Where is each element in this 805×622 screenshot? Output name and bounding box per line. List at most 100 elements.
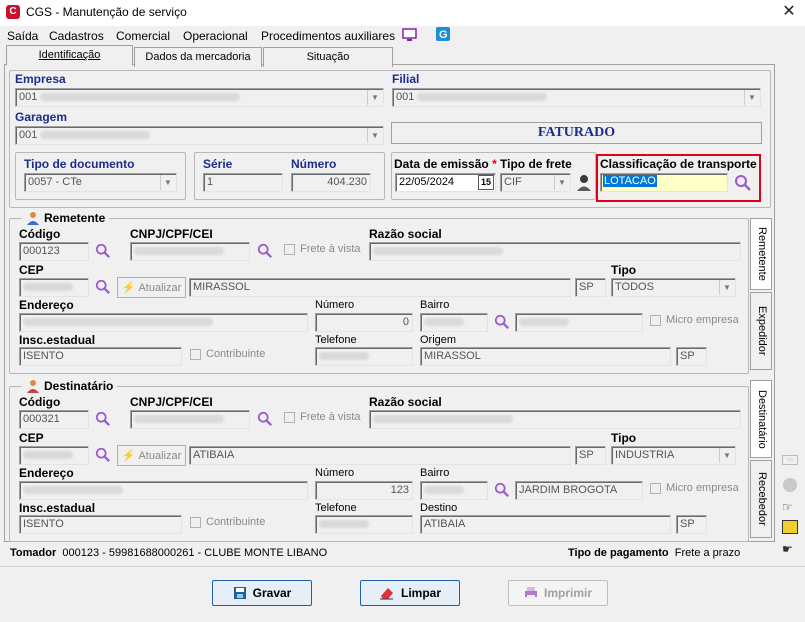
calendar-icon[interactable]: 15 — [478, 175, 494, 190]
rem-micro-checkbox[interactable]: Micro empresa — [650, 314, 739, 326]
divider — [0, 566, 805, 567]
dest-numero-label: Número — [315, 467, 355, 479]
dest-cep-field[interactable] — [19, 446, 89, 465]
tipo-frete-label: Tipo de frete — [500, 157, 572, 171]
rem-atualizar-button[interactable]: ⚡ Atualizar — [117, 277, 186, 298]
dest-cep-search-icon[interactable] — [95, 447, 111, 463]
rem-tipo-select[interactable]: TODOS ▼ — [611, 278, 736, 297]
pagamento-row: Tipo de pagamento Frete a prazo — [568, 547, 741, 559]
search-icon[interactable] — [734, 174, 752, 192]
rem-numero-field[interactable]: 0 — [315, 313, 413, 332]
rem-endereco-field[interactable] — [19, 313, 308, 332]
tipo-frete-select[interactable]: CIF ▼ — [500, 173, 571, 192]
rem-endereco-label: Endereço — [19, 298, 74, 312]
side-tab-expedidor[interactable]: Expedidor — [750, 292, 772, 370]
dest-insc-field[interactable]: ISENTO — [19, 515, 182, 534]
app-g-icon[interactable]: G — [436, 27, 450, 41]
menu-comercial[interactable]: Comercial — [116, 29, 170, 43]
menu-procedimentos[interactable]: Procedimentos auxiliares — [261, 29, 395, 43]
dest-bairro-search-icon[interactable] — [494, 482, 510, 498]
close-button[interactable]: ✕ — [776, 2, 802, 22]
dest-codigo-search-icon[interactable] — [95, 411, 111, 427]
empresa-select[interactable]: 001 ▼ — [15, 88, 384, 107]
dest-atualizar-button[interactable]: ⚡ Atualizar — [117, 445, 186, 466]
dest-cnpj-field[interactable] — [130, 410, 250, 429]
menu-operacional[interactable]: Operacional — [183, 29, 248, 43]
classificacao-field[interactable]: LOTACAO — [600, 173, 728, 192]
circle-tool-icon[interactable] — [783, 478, 797, 492]
person-icon[interactable] — [575, 173, 593, 192]
dest-destino-label: Destino — [420, 502, 458, 514]
dest-contribuinte-checkbox[interactable]: Contribuinte — [190, 516, 265, 528]
filial-select[interactable]: 001 ▼ — [392, 88, 761, 107]
numero-label: Número — [291, 157, 337, 171]
dest-bairro-field[interactable]: JARDIM BROGOTA — [515, 481, 643, 500]
numero-field[interactable]: 404.230 — [291, 173, 371, 192]
dest-cep-label: CEP — [19, 431, 44, 445]
tipo-doc-label: Tipo de documento — [24, 157, 135, 171]
hand-tool-icon[interactable]: ☛ — [782, 542, 798, 556]
rem-contribuinte-checkbox[interactable]: Contribuinte — [190, 348, 265, 360]
dest-bairro-code-field[interactable] — [420, 481, 488, 500]
dest-razao-field[interactable] — [369, 410, 741, 429]
dest-endereco-field[interactable] — [19, 481, 308, 500]
dest-cnpj-label: CNPJ/CPF/CEI — [130, 395, 213, 409]
rem-cep-search-icon[interactable] — [95, 279, 111, 295]
dest-cidade-field[interactable]: ATIBAIA — [189, 446, 571, 465]
rem-cidade-field[interactable]: MIRASSOL — [189, 278, 571, 297]
people-tool-icon[interactable] — [782, 520, 798, 534]
dest-cnpj-search-icon[interactable] — [257, 411, 273, 427]
rem-uf-field[interactable]: SP — [575, 278, 606, 297]
tab-dados-mercadoria[interactable]: Dados da mercadoria — [134, 47, 262, 67]
status-badge: FATURADO — [391, 122, 762, 144]
side-tab-destinatario[interactable]: Destinatário — [750, 380, 772, 458]
rem-insc-field[interactable]: ISENTO — [19, 347, 182, 366]
tomador-row: Tomador 000123 - 59981688000261 - CLUBE … — [10, 547, 328, 559]
side-tab-remetente[interactable]: Remetente — [750, 218, 772, 290]
rem-bairro-search-icon[interactable] — [494, 314, 510, 330]
rem-cep-field[interactable] — [19, 278, 89, 297]
rem-origem-field[interactable]: MIRASSOL — [420, 347, 671, 366]
imprimir-button[interactable]: Imprimir — [508, 580, 608, 606]
dest-numero-field[interactable]: 123 — [315, 481, 413, 500]
dest-frete-vista-checkbox[interactable]: Frete à vista — [284, 411, 361, 423]
rem-codigo-field[interactable]: 000123 — [19, 242, 89, 261]
rem-cnpj-field[interactable] — [130, 242, 250, 261]
rem-bairro-field[interactable] — [515, 313, 643, 332]
cnpj-tool-icon[interactable]: ▭ — [782, 455, 798, 465]
gravar-button[interactable]: Gravar — [212, 580, 312, 606]
rem-origem-uf-field[interactable]: SP — [676, 347, 707, 366]
dest-uf-field[interactable]: SP — [575, 446, 606, 465]
menu-saida[interactable]: Saída — [7, 29, 38, 43]
menu-cadastros[interactable]: Cadastros — [49, 29, 104, 43]
rem-codigo-search-icon[interactable] — [95, 243, 111, 259]
empresa-label: Empresa — [15, 72, 66, 86]
dest-insc-label: Insc.estadual — [19, 501, 96, 515]
rem-cnpj-search-icon[interactable] — [257, 243, 273, 259]
rem-razao-field[interactable] — [369, 242, 741, 261]
garagem-label: Garagem — [15, 110, 68, 124]
classificacao-label: Classificação de transporte — [600, 157, 757, 171]
dest-telefone-field[interactable] — [315, 515, 413, 534]
dest-destino-uf-field[interactable]: SP — [676, 515, 707, 534]
dest-micro-checkbox[interactable]: Micro empresa — [650, 482, 739, 494]
garagem-select[interactable]: 001 ▼ — [15, 126, 384, 145]
tipo-doc-select[interactable]: 0057 - CTe ▼ — [24, 173, 177, 192]
rem-telefone-field[interactable] — [315, 347, 413, 366]
serie-field[interactable]: 1 — [203, 173, 283, 192]
dest-destino-field[interactable]: ATIBAIA — [420, 515, 671, 534]
dest-tipo-select[interactable]: INDUSTRIA ▼ — [611, 446, 736, 465]
hand-pointer-icon[interactable]: ☞ — [782, 500, 798, 514]
rem-frete-vista-checkbox[interactable]: Frete à vista — [284, 243, 361, 255]
tab-identificacao[interactable]: Identificação — [6, 45, 133, 66]
data-emissao-label: Data de emissão * — [394, 157, 497, 171]
serie-label: Série — [203, 157, 233, 171]
monitor-icon[interactable] — [402, 28, 417, 41]
limpar-button[interactable]: Limpar — [360, 580, 460, 606]
lightning-icon: ⚡ — [121, 450, 136, 462]
dest-codigo-field[interactable]: 000321 — [19, 410, 89, 429]
rem-bairro-code-field[interactable] — [420, 313, 488, 332]
tab-situacao[interactable]: Situação — [263, 47, 393, 67]
side-tab-recebedor[interactable]: Recebedor — [750, 460, 772, 538]
remetente-header: Remetente — [22, 211, 110, 225]
